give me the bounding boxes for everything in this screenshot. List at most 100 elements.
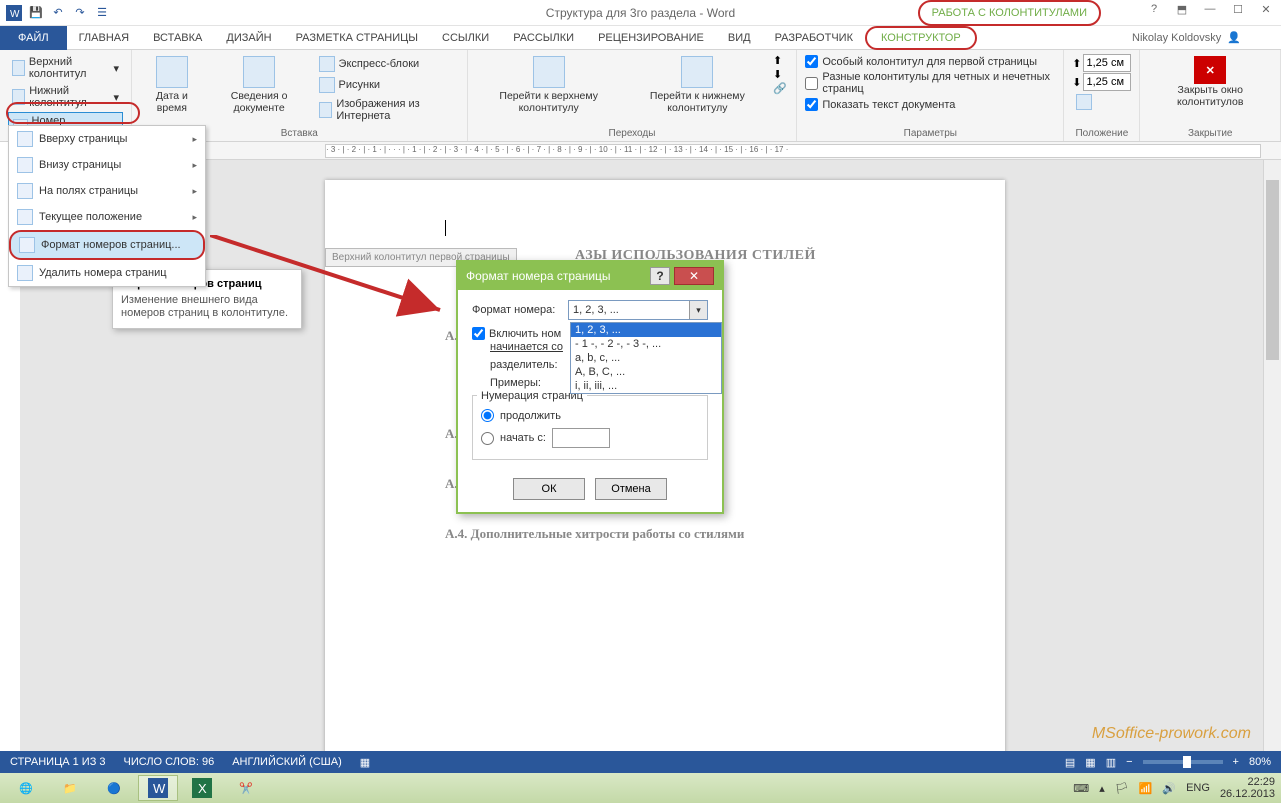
prev-section-icon[interactable]: ⬆ <box>773 54 788 67</box>
tab-references[interactable]: ССЫЛКИ <box>430 26 501 50</box>
dd-page-margins[interactable]: На полях страницы▸ <box>9 178 205 204</box>
group-nav-label: Переходы <box>476 126 789 139</box>
scrollbar-thumb[interactable] <box>1266 180 1279 360</box>
group-options-label: Параметры <box>805 126 1055 139</box>
status-macro-icon[interactable]: ▦ <box>360 756 370 769</box>
minimize-icon[interactable]: — <box>1201 3 1219 16</box>
format-option-3[interactable]: A, B, C, ... <box>571 365 721 379</box>
separator-label: разделитель: <box>490 359 580 371</box>
close-hf-button[interactable]: ✕ Закрыть окно колонтитулов <box>1148 54 1272 110</box>
datetime-button[interactable]: Дата и время <box>140 54 204 124</box>
link-prev-icon[interactable]: 🔗 <box>773 82 788 95</box>
zoom-out-icon[interactable]: − <box>1126 756 1132 768</box>
tray-lang[interactable]: ENG <box>1186 782 1210 794</box>
taskbar-explorer[interactable]: 📁 <box>50 775 90 801</box>
taskbar-word[interactable]: W <box>138 775 178 801</box>
dialog-help-button[interactable]: ? <box>650 267 670 285</box>
watermark-text: MSoffice-prowork.com <box>1092 725 1251 743</box>
docinfo-icon <box>243 56 275 88</box>
tab-mailings[interactable]: РАССЫЛКИ <box>501 26 586 50</box>
touch-icon[interactable]: ☰ <box>94 5 110 21</box>
goto-footer-button[interactable]: Перейти к нижнему колонтитулу <box>626 54 769 116</box>
start-at-input[interactable] <box>552 428 610 448</box>
calendar-icon <box>156 56 188 88</box>
horizontal-ruler[interactable]: · 3 · | · 2 · | · 1 · | · · · | · 1 · | … <box>20 142 1281 160</box>
avatar-icon: 👤 <box>1227 31 1241 44</box>
view-print-icon[interactable]: ▦ <box>1085 756 1095 769</box>
redo-icon[interactable]: ↷ <box>72 5 88 21</box>
format-option-1[interactable]: - 1 -, - 2 -, - 3 -, ... <box>571 337 721 351</box>
zoom-in-icon[interactable]: + <box>1233 756 1239 768</box>
dd-top-of-page[interactable]: Вверху страницы▸ <box>9 126 205 152</box>
vertical-scrollbar[interactable] <box>1263 160 1281 753</box>
save-icon[interactable]: 💾 <box>28 5 44 21</box>
show-doctext-checkbox[interactable]: Показать текст документа <box>805 97 1055 112</box>
cancel-button[interactable]: Отмена <box>595 478 667 500</box>
tray-up-icon[interactable]: ▴ <box>1099 782 1105 795</box>
different-first-checkbox[interactable]: Особый колонтитул для первой страницы <box>805 54 1055 69</box>
maximize-icon[interactable]: ☐ <box>1229 3 1247 16</box>
ok-button[interactable]: ОК <box>513 478 585 500</box>
format-option-2[interactable]: a, b, c, ... <box>571 351 721 365</box>
online-pictures-button[interactable]: Изображения из Интернета <box>315 96 459 124</box>
dd-bottom-of-page[interactable]: Внизу страницы▸ <box>9 152 205 178</box>
align-tab-button[interactable] <box>1072 92 1131 112</box>
tray-network-icon[interactable]: 📶 <box>1139 782 1153 795</box>
dd-remove-page-numbers[interactable]: Удалить номера страниц <box>9 260 205 286</box>
taskbar-ie[interactable]: 🌐 <box>6 775 46 801</box>
dialog-title: Формат номера страницы <box>466 269 611 283</box>
format-page-number-dialog: Формат номера страницы ? ✕ Формат номера… <box>456 260 724 514</box>
close-icon[interactable]: ✕ <box>1257 3 1275 16</box>
tab-insert[interactable]: ВСТАВКА <box>141 26 214 50</box>
undo-icon[interactable]: ↶ <box>50 5 66 21</box>
tab-design[interactable]: ДИЗАЙН <box>214 26 283 50</box>
tab-developer[interactable]: РАЗРАБОТЧИК <box>763 26 865 50</box>
docinfo-button[interactable]: Сведения о документе <box>208 54 311 124</box>
tray-keyboard-icon[interactable]: ⌨ <box>1073 782 1089 795</box>
view-read-icon[interactable]: ▤ <box>1065 756 1075 769</box>
different-oddeven-checkbox[interactable]: Разные колонтитулы для четных и нечетных… <box>805 70 1055 96</box>
format-icon <box>19 237 35 253</box>
start-at-radio[interactable]: начать с: <box>481 425 699 451</box>
tray-volume-icon[interactable]: 🔊 <box>1162 782 1176 795</box>
footer-from-bottom-spinner[interactable]: ⬇ <box>1072 73 1131 91</box>
pictures-button[interactable]: Рисунки <box>315 75 459 95</box>
status-words[interactable]: ЧИСЛО СЛОВ: 96 <box>124 756 215 768</box>
status-page[interactable]: СТРАНИЦА 1 ИЗ 3 <box>10 756 106 768</box>
view-web-icon[interactable]: ▥ <box>1106 756 1116 769</box>
tab-view[interactable]: ВИД <box>716 26 763 50</box>
continue-radio[interactable]: продолжить <box>481 406 699 425</box>
zoom-slider[interactable] <box>1143 760 1223 764</box>
tray-time[interactable]: 22:29 <box>1220 776 1275 788</box>
goto-header-button[interactable]: Перейти к верхнему колонтитулу <box>476 54 622 116</box>
taskbar-snip[interactable]: ✂️ <box>226 775 266 801</box>
group-position-label: Положение <box>1072 126 1131 139</box>
zoom-level[interactable]: 80% <box>1249 756 1271 768</box>
help-icon[interactable]: ? <box>1145 3 1163 16</box>
dialog-close-button[interactable]: ✕ <box>674 267 714 285</box>
user-account[interactable]: Nikolay Koldovsky 👤 <box>1132 31 1281 44</box>
taskbar-excel[interactable]: X <box>182 775 222 801</box>
status-lang[interactable]: АНГЛИЙСКИЙ (США) <box>232 756 342 768</box>
tab-file[interactable]: ФАЙЛ <box>0 26 67 50</box>
header-button[interactable]: Верхний колонтитул ▾ <box>8 54 123 82</box>
ribbon-toggle-icon[interactable]: ⬒ <box>1173 3 1191 16</box>
number-format-combo[interactable]: 1, 2, 3, ... ▾ <box>568 300 708 320</box>
dd-current-position[interactable]: Текущее положение▸ <box>9 204 205 230</box>
header-from-top-spinner[interactable]: ⬆ <box>1072 54 1131 72</box>
tab-layout[interactable]: РАЗМЕТКА СТРАНИЦЫ <box>284 26 430 50</box>
tab-designer[interactable]: КОНСТРУКТОР <box>865 26 977 50</box>
tray-date[interactable]: 26.12.2013 <box>1220 788 1275 800</box>
format-option-4[interactable]: i, ii, iii, ... <box>571 379 721 393</box>
footer-button[interactable]: Нижний колонтитул ▾ <box>8 83 123 111</box>
tab-home[interactable]: ГЛАВНАЯ <box>67 26 141 50</box>
quickparts-button[interactable]: Экспресс-блоки <box>315 54 459 74</box>
format-option-0[interactable]: 1, 2, 3, ... <box>571 323 721 337</box>
tray-flag-icon[interactable]: 🏳 <box>1115 782 1129 795</box>
taskbar-chrome[interactable]: 🔵 <box>94 775 134 801</box>
next-section-icon[interactable]: ⬇ <box>773 68 788 81</box>
tab-review[interactable]: РЕЦЕНЗИРОВАНИЕ <box>586 26 716 50</box>
word-app-icon: W <box>6 5 22 21</box>
dd-format-page-numbers[interactable]: Формат номеров страниц... <box>9 230 205 260</box>
context-tab-header-footer[interactable]: РАБОТА С КОЛОНТИТУЛАМИ <box>918 0 1101 26</box>
